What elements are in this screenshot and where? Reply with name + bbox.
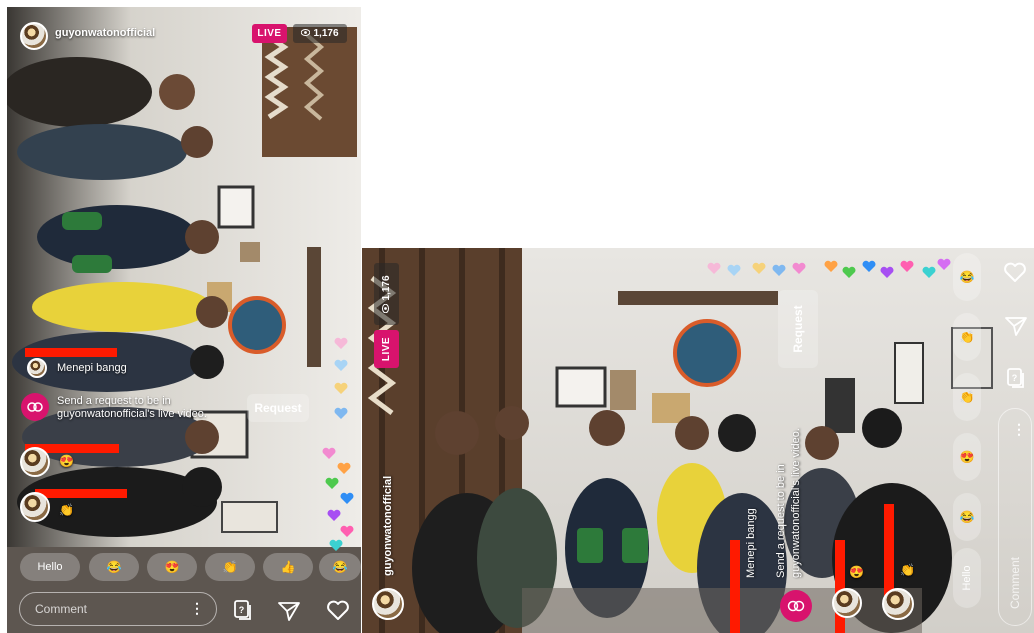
invite-icon (780, 590, 812, 622)
live-stream-portrait: guyonwatonofficial LIVE 1,176 Menepi ban… (7, 7, 361, 633)
svg-text:?: ? (1012, 373, 1018, 383)
comment-text: Menepi bangg (745, 508, 757, 578)
request-prompt-text: guyonwatonofficial's live video. (790, 428, 802, 578)
quick-reaction-laugh[interactable]: 😂 (319, 553, 361, 581)
redaction-bar (35, 489, 127, 498)
quick-reaction-clap[interactable]: 👏 (953, 373, 981, 421)
host-avatar[interactable] (20, 22, 48, 50)
heart-icon (334, 337, 348, 349)
quick-reaction-laugh[interactable]: 😂 (89, 553, 139, 581)
heart-icon (334, 407, 348, 419)
heart-icon (334, 359, 348, 371)
heart-icon (937, 258, 951, 270)
comment-text: Menepi bangg (57, 362, 127, 374)
heart-icon (842, 266, 856, 278)
send-icon[interactable] (1004, 314, 1028, 338)
heart-icon (752, 262, 766, 274)
video-frame (7, 7, 361, 633)
host-avatar[interactable] (372, 588, 404, 620)
eye-icon (381, 303, 392, 313)
comment-text: 😍 (849, 565, 864, 579)
comment-text: 😍 (59, 454, 74, 468)
heart-icon (727, 264, 741, 276)
request-button[interactable]: Request (247, 394, 309, 422)
live-badge: LIVE (374, 330, 399, 368)
more-icon[interactable]: ⋮ (1012, 421, 1026, 438)
heart-icon (329, 539, 343, 551)
comment-input[interactable]: Comment ⋮ (998, 408, 1032, 626)
heart-icon (340, 525, 354, 537)
viewer-count[interactable]: 1,176 (293, 24, 347, 43)
comment-avatar[interactable] (20, 447, 50, 477)
quick-reaction-clap[interactable]: 👏 (205, 553, 255, 581)
question-box-icon[interactable]: ? (231, 598, 255, 622)
send-icon[interactable] (277, 599, 301, 623)
redaction-bar (730, 540, 740, 633)
comment-input[interactable]: Comment ⋮ (19, 592, 217, 626)
comment-text: 👏 (59, 503, 74, 517)
viewer-count-value: 1,176 (381, 275, 392, 301)
heart-icon (824, 260, 838, 272)
comment-avatar[interactable] (27, 358, 47, 378)
heart-icon (707, 262, 721, 274)
question-box-icon[interactable]: ? (1004, 366, 1028, 390)
comment-avatar[interactable] (20, 492, 50, 522)
quick-reaction-heart-eyes[interactable]: 😍 (147, 553, 197, 581)
more-icon[interactable]: ⋮ (190, 600, 204, 617)
heart-icon (340, 492, 354, 504)
quick-reaction-laugh[interactable]: 😂 (953, 253, 981, 301)
heart-icon[interactable] (325, 598, 351, 622)
quick-reaction-thumbs-up[interactable]: 👍 (263, 553, 313, 581)
heart-icon (792, 262, 806, 274)
quick-reaction-heart-eyes[interactable]: 😍 (953, 433, 981, 481)
svg-text:?: ? (239, 605, 245, 615)
request-button[interactable]: Request (778, 290, 818, 368)
request-prompt-text: Send a request to be in (775, 464, 787, 578)
heart-icon (862, 260, 876, 272)
heart-icon (325, 477, 339, 489)
heart-icon (772, 264, 786, 276)
heart-icon (337, 462, 351, 474)
live-badge: LIVE (252, 24, 287, 43)
request-prompt-text: Send a request to be in guyonwatonoffici… (57, 395, 207, 420)
comment-avatar[interactable] (832, 588, 862, 618)
quick-reaction-hello[interactable]: Hello (20, 553, 80, 581)
viewer-count-value: 1,176 (313, 28, 339, 39)
viewer-count[interactable]: 1,176 (374, 263, 399, 325)
invite-icon (21, 393, 49, 421)
heart-icon (327, 509, 341, 521)
video-frame (362, 248, 1034, 633)
comment-placeholder: Comment (35, 602, 88, 616)
eye-icon (301, 28, 311, 39)
comment-placeholder: Comment (1008, 556, 1022, 609)
host-username[interactable]: guyonwatonofficial (55, 27, 155, 39)
heart-icon (322, 447, 336, 459)
redaction-bar (25, 348, 117, 357)
heart-icon (334, 382, 348, 394)
comment-text: 👏 (900, 563, 915, 577)
live-stream-landscape: guyonwatonofficial LIVE 1,176 Request Se… (362, 248, 1034, 633)
heart-icon (880, 266, 894, 278)
quick-reaction-hello[interactable]: Hello (953, 548, 981, 608)
host-username[interactable]: guyonwatonofficial (382, 476, 394, 576)
redaction-bar (835, 540, 845, 633)
quick-reaction-laugh[interactable]: 😂 (953, 493, 981, 541)
comment-avatar[interactable] (882, 588, 914, 620)
heart-icon (922, 266, 936, 278)
heart-icon[interactable] (1002, 260, 1028, 284)
quick-reaction-clap[interactable]: 👏 (953, 313, 981, 361)
heart-icon (900, 260, 914, 272)
